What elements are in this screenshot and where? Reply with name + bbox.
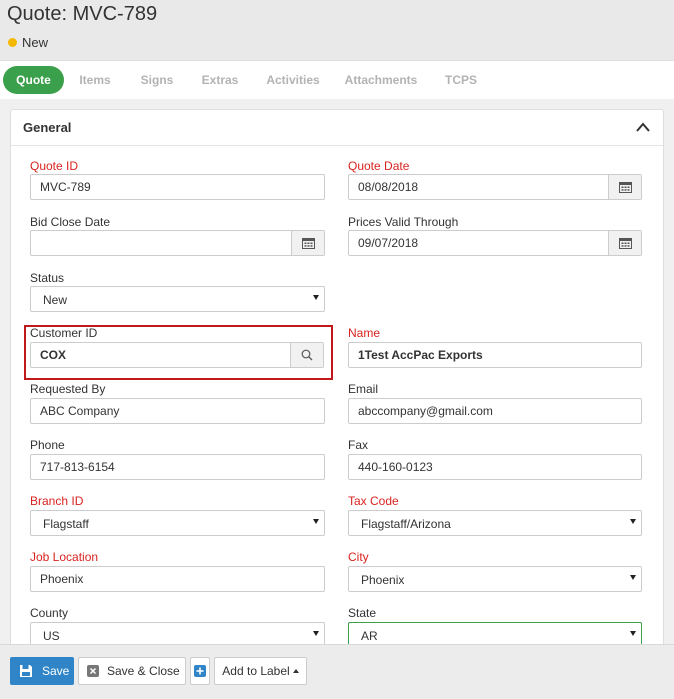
calendar-icon [301,238,315,249]
customer-id-input[interactable] [40,343,292,367]
calendar-icon [618,238,632,249]
save-button-label: Save [42,664,70,678]
save-button[interactable]: Save [10,657,74,685]
quote-date-picker-button[interactable] [608,175,641,199]
state-select-value: AR [361,629,378,643]
tab-extras[interactable]: Extras [194,66,246,94]
bid-close-date-field[interactable] [30,230,325,256]
quote-id-label: Quote ID [30,159,79,173]
tax-code-select-value: Flagstaff/Arizona [361,517,451,531]
caret-down-icon [630,631,636,636]
status-text: New [22,35,49,50]
tab-attachments[interactable]: Attachments [341,66,421,94]
quote-id-input[interactable] [40,175,293,199]
tax-code-select[interactable]: Flagstaff/Arizona [348,510,642,536]
caret-down-icon [630,519,636,524]
customer-id-field[interactable] [30,342,324,368]
prices-valid-through-input[interactable] [358,231,610,255]
quote-date-input[interactable] [358,175,610,199]
job-location-label: Job Location [30,550,99,564]
status-label: Status [30,271,65,285]
tab-activities[interactable]: Activities [260,66,326,94]
caret-down-icon [313,519,319,524]
bid-close-date-label: Bid Close Date [30,215,111,229]
caret-down-icon [313,631,319,636]
add-to-label-button-label: Add to Label [222,664,290,678]
city-select[interactable]: Phoenix [348,566,642,592]
action-footer: Save Save & Close Add to Label [0,644,674,699]
floppy-disk-icon [20,665,32,677]
email-field[interactable] [348,398,642,424]
phone-label: Phone [30,438,65,452]
fax-field[interactable] [348,454,642,480]
requested-by-field[interactable] [30,398,325,424]
branch-id-select-value: Flagstaff [43,517,89,531]
calendar-icon [618,182,632,193]
quote-date-label: Quote Date [348,159,410,173]
city-select-value: Phoenix [361,573,405,587]
plus-icon [194,665,206,677]
tab-bar: Quote Items Signs Extras Activities Atta… [0,60,674,100]
fax-input[interactable] [358,455,610,479]
save-close-button[interactable]: Save & Close [78,657,186,685]
email-input[interactable] [358,399,610,423]
caret-down-icon [630,575,636,580]
page-title: Quote: MVC-789 [7,3,158,25]
phone-field[interactable] [30,454,325,480]
bid-close-date-picker-button[interactable] [291,231,324,255]
customer-search-button[interactable] [290,343,323,367]
bid-close-date-input[interactable] [40,231,293,255]
branch-id-label: Branch ID [30,494,84,508]
tab-tcps[interactable]: TCPS [436,66,486,94]
phone-input[interactable] [40,455,293,479]
city-label: City [348,550,369,564]
branch-id-select[interactable]: Flagstaff [30,510,325,536]
status-select-value: New [43,293,68,307]
add-to-label-button[interactable]: Add to Label [214,657,307,685]
chevron-up-icon[interactable] [635,120,651,134]
fax-label: Fax [348,438,369,452]
tax-code-label: Tax Code [348,494,399,508]
job-location-field[interactable] [30,566,325,592]
status-indicator: New [8,35,48,50]
tab-signs[interactable]: Signs [133,66,181,94]
name-field[interactable] [348,342,642,368]
search-icon [301,349,313,361]
quote-id-field[interactable] [30,174,325,200]
email-label: Email [348,382,379,396]
requested-by-label: Requested By [30,382,106,396]
county-label: County [30,606,69,620]
job-location-input[interactable] [40,567,293,591]
customer-id-label: Customer ID [30,326,98,340]
name-label: Name [348,326,381,340]
panel-title: General [23,120,72,135]
prices-valid-through-field[interactable] [348,230,642,256]
county-select-value: US [43,629,60,643]
state-label: State [348,606,377,620]
close-icon [87,665,99,677]
save-close-button-label: Save & Close [107,664,180,678]
prices-valid-through-picker-button[interactable] [608,231,641,255]
name-input[interactable] [358,343,610,367]
status-select[interactable]: New [30,286,325,312]
requested-by-input[interactable] [40,399,293,423]
tab-items[interactable]: Items [72,66,118,94]
prices-valid-through-label: Prices Valid Through [348,215,459,229]
add-button[interactable] [190,657,210,685]
caret-up-icon [292,669,299,673]
page-header: Quote: MVC-789 New [0,0,674,60]
caret-down-icon [313,295,319,300]
quote-date-field[interactable] [348,174,642,200]
status-dot-icon [8,38,17,47]
tab-quote[interactable]: Quote [3,66,64,94]
panel-header[interactable]: General [11,110,663,146]
